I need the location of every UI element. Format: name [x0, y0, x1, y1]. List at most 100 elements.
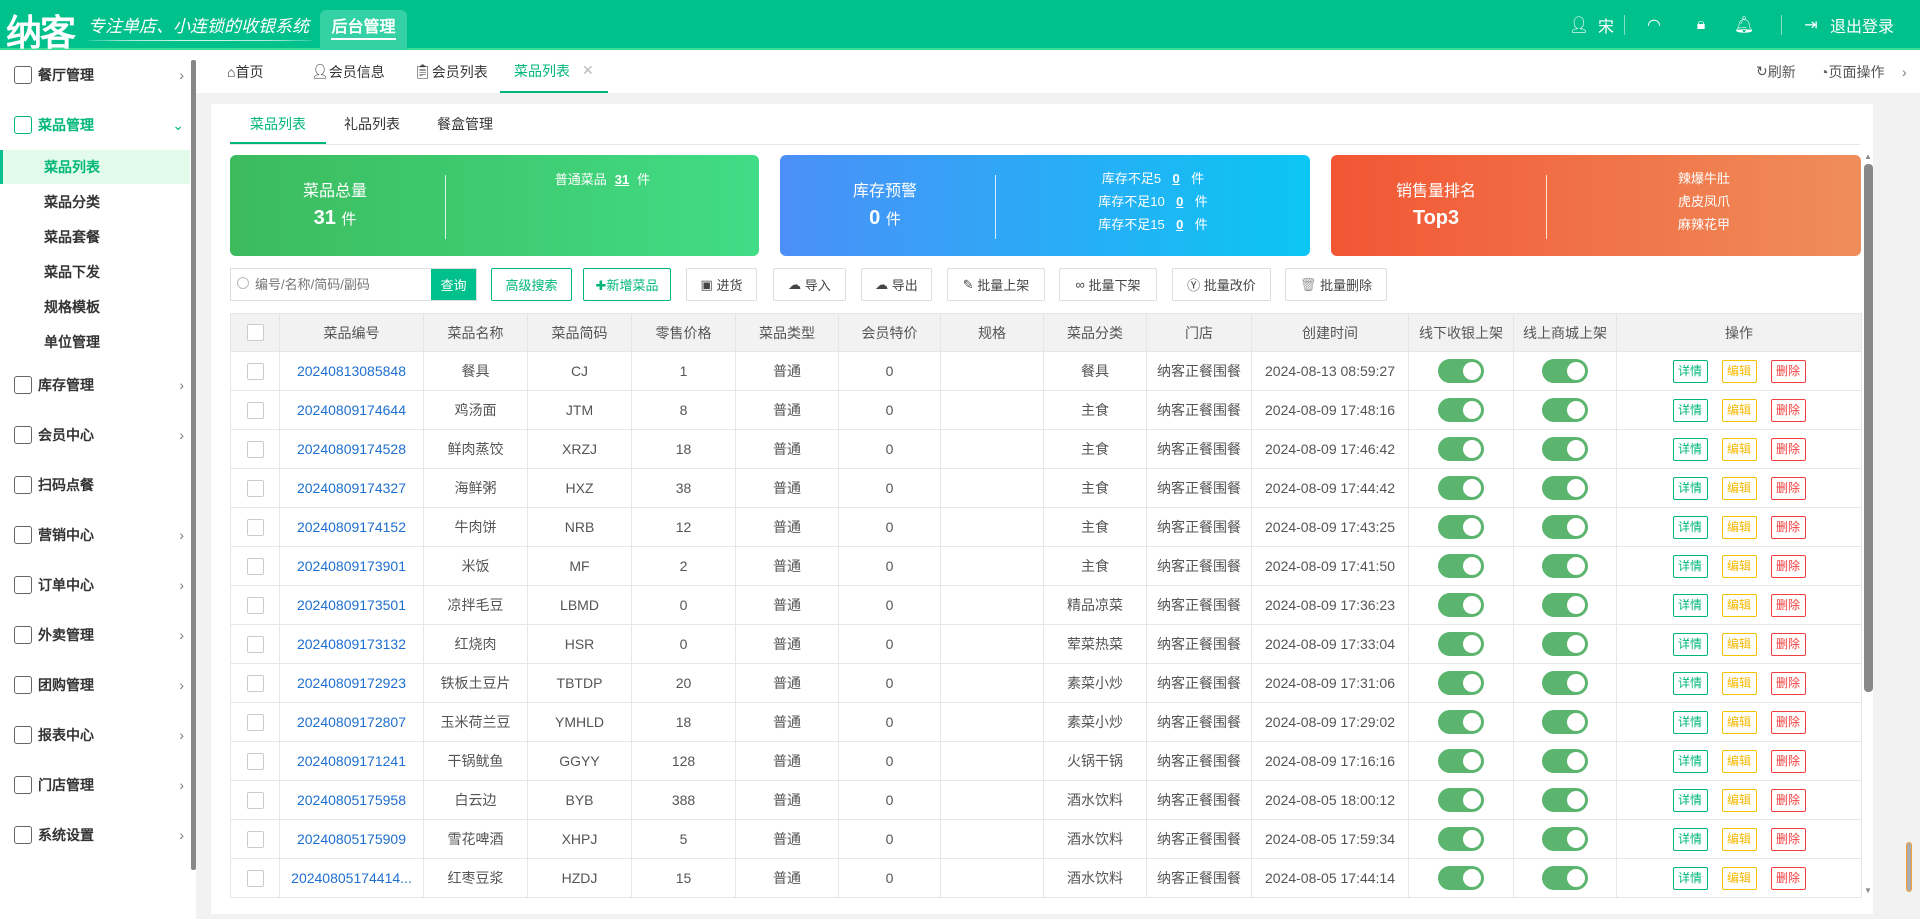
sidebar-item[interactable]: 餐厅管理 › [0, 58, 190, 92]
batch-price-button[interactable]: Ⓨ 批量改价 [1172, 268, 1271, 301]
refresh-button[interactable]: ↻ 刷新 [1756, 50, 1796, 93]
stock-value[interactable]: 0 [1169, 167, 1183, 190]
dish-code-cell[interactable]: 20240809173132 [279, 624, 424, 664]
sidebar-subitem[interactable]: 规格模板 [0, 290, 190, 324]
sidebar-scrollbar[interactable] [191, 60, 196, 870]
sidebar-subitem[interactable]: 菜品下发 [0, 255, 190, 289]
row-select[interactable] [230, 819, 280, 859]
edit-button[interactable]: 编辑 [1721, 710, 1757, 734]
edit-button[interactable]: 编辑 [1721, 788, 1757, 812]
row-select[interactable] [230, 585, 280, 625]
row-select[interactable] [230, 858, 280, 898]
online-shelf-toggle[interactable] [1542, 827, 1588, 851]
delete-button[interactable]: 删除 [1770, 437, 1806, 461]
edit-button[interactable]: 编辑 [1721, 866, 1757, 890]
delete-button[interactable]: 删除 [1770, 710, 1806, 734]
logout-icon[interactable]: ⇥ [1801, 15, 1821, 35]
offline-shelf-toggle[interactable] [1438, 788, 1484, 812]
dish-code-cell[interactable]: 20240805175958 [279, 780, 424, 820]
checkbox[interactable] [246, 830, 264, 848]
online-shelf-toggle[interactable] [1542, 398, 1588, 422]
offline-shelf-toggle[interactable] [1438, 866, 1484, 890]
dish-code-cell[interactable]: 20240809174152 [279, 507, 424, 547]
stock-value[interactable]: 0 [1173, 213, 1187, 236]
detail-button[interactable]: 详情 [1672, 476, 1708, 500]
stock-value[interactable]: 0 [1173, 190, 1187, 213]
detail-button[interactable]: 详情 [1672, 827, 1708, 851]
delete-button[interactable]: 删除 [1770, 554, 1806, 578]
delete-button[interactable]: 删除 [1770, 476, 1806, 500]
batch-off-shelf-button[interactable]: ∞ 批量下架 [1059, 268, 1157, 301]
admin-tab[interactable]: 后台管理 [320, 10, 407, 50]
sidebar-item[interactable]: 营销中心 › [0, 518, 190, 552]
row-select[interactable] [230, 702, 280, 742]
online-shelf-toggle[interactable] [1542, 632, 1588, 656]
checkbox[interactable] [246, 324, 264, 342]
delete-button[interactable]: 删除 [1770, 398, 1806, 422]
detail-button[interactable]: 详情 [1672, 359, 1708, 383]
import-button[interactable]: ☁ 导入 [773, 268, 846, 301]
search-input[interactable] [231, 269, 431, 300]
user-icon[interactable]: 👤︎ [1569, 15, 1589, 35]
online-shelf-toggle[interactable] [1542, 710, 1588, 734]
dish-code-cell[interactable]: 20240809173501 [279, 585, 424, 625]
scroll-up-arrow[interactable]: ▲ [1864, 152, 1872, 161]
row-select[interactable] [230, 546, 280, 586]
detail-button[interactable]: 详情 [1672, 437, 1708, 461]
row-select[interactable] [230, 780, 280, 820]
delete-button[interactable]: 删除 [1770, 866, 1806, 890]
sidebar-item[interactable]: 扫码点餐 [0, 468, 190, 502]
online-shelf-toggle[interactable] [1542, 515, 1588, 539]
dish-code-cell[interactable]: 20240805174414... [279, 858, 424, 898]
edit-button[interactable]: 编辑 [1721, 632, 1757, 656]
checkbox[interactable] [246, 869, 264, 887]
delete-button[interactable]: 删除 [1770, 515, 1806, 539]
delete-button[interactable]: 删除 [1770, 749, 1806, 773]
delete-button[interactable]: 删除 [1770, 359, 1806, 383]
scroll-down-arrow[interactable]: ▼ [1864, 886, 1872, 895]
page-ops-button[interactable]: ◔ 页面操作 [1820, 50, 1884, 93]
detail-button[interactable]: 详情 [1672, 749, 1708, 773]
checkbox[interactable] [246, 479, 264, 497]
detail-button[interactable]: 详情 [1672, 398, 1708, 422]
offline-shelf-toggle[interactable] [1438, 398, 1484, 422]
online-shelf-toggle[interactable] [1542, 359, 1588, 383]
delete-button[interactable]: 删除 [1770, 593, 1806, 617]
user-name[interactable]: 宋 [1598, 13, 1614, 37]
logout-button[interactable]: 退出登录 [1830, 13, 1894, 37]
detail-button[interactable]: 详情 [1672, 515, 1708, 539]
checkbox[interactable] [246, 791, 264, 809]
close-icon[interactable]: ✕ [582, 62, 594, 79]
row-select[interactable] [230, 429, 280, 469]
row-select[interactable] [230, 663, 280, 703]
inner-tab-gift-list[interactable]: 礼品列表 [344, 104, 400, 144]
online-shelf-toggle[interactable] [1542, 866, 1588, 890]
advanced-search-button[interactable]: 高级搜索 [491, 268, 572, 301]
normal-dish-value[interactable]: 31 [615, 169, 629, 191]
inner-tab-box-manage[interactable]: 餐盒管理 [437, 104, 493, 144]
offline-shelf-toggle[interactable] [1438, 632, 1484, 656]
edit-button[interactable]: 编辑 [1721, 476, 1757, 500]
detail-button[interactable]: 详情 [1672, 671, 1708, 695]
row-select[interactable] [230, 624, 280, 664]
dish-code-cell[interactable]: 20240809172807 [279, 702, 424, 742]
sidebar-subitem[interactable]: 菜品套餐 [0, 220, 190, 254]
inner-tab-dish-list[interactable]: 菜品列表 [230, 104, 326, 144]
lock-icon[interactable]: 🔒︎ [1691, 15, 1711, 35]
detail-button[interactable]: 详情 [1672, 554, 1708, 578]
edit-button[interactable]: 编辑 [1721, 749, 1757, 773]
sidebar-item[interactable]: 门店管理 › [0, 768, 190, 802]
page-scrollbar[interactable] [1906, 842, 1912, 892]
offline-shelf-toggle[interactable] [1438, 827, 1484, 851]
offline-shelf-toggle[interactable] [1438, 749, 1484, 773]
row-select[interactable] [230, 390, 280, 430]
sidebar-item[interactable]: 菜品管理 ⌄ [0, 108, 190, 142]
tab-member-info[interactable]: 👤︎ 会员信息 [311, 50, 385, 93]
headset-icon[interactable]: ◠ [1644, 15, 1664, 35]
checkbox[interactable] [246, 674, 264, 692]
edit-button[interactable]: 编辑 [1721, 671, 1757, 695]
row-select[interactable] [230, 468, 280, 508]
sidebar-item[interactable]: 订单中心 › [0, 568, 190, 602]
tab-dish-list[interactable]: 菜品列表 ✕ [500, 50, 608, 93]
dish-code-cell[interactable]: 20240809174528 [279, 429, 424, 469]
